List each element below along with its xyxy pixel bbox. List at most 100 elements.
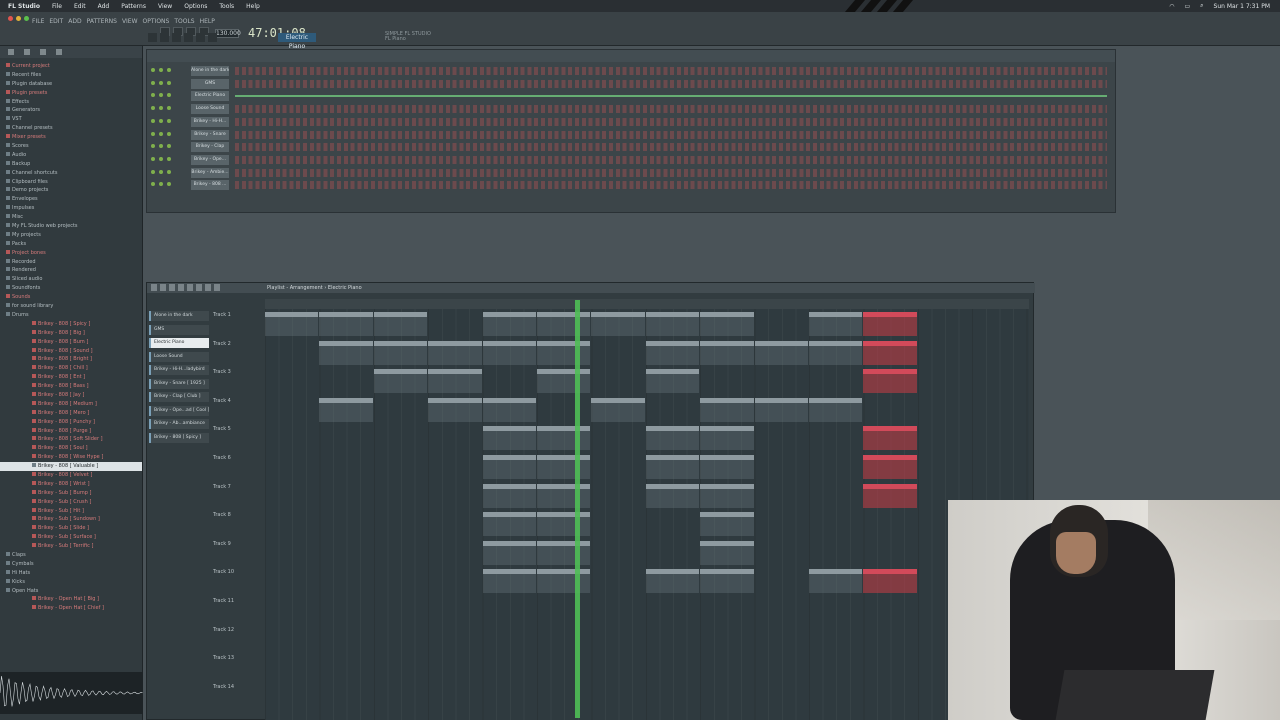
browser-item[interactable]: Channel shortcuts [0,169,142,178]
playlist-clip[interactable]: Brikey - 808 [ Spicy ] [863,569,917,594]
playlist-clip[interactable]: Brikey - 808 [ Spicy ] [809,569,863,594]
track-label[interactable]: Track 4 [213,398,263,404]
playlist-clip[interactable]: Alone in the dark [863,312,917,336]
browser-item[interactable]: Mixer presets [0,133,142,142]
playlist-clip[interactable]: Brikey - 808 [ Spicy ] [700,569,754,594]
playlist-clip[interactable]: Loose Sound [319,397,373,422]
playlist-clip[interactable]: Electric Piano [537,369,591,394]
timeline-ruler[interactable] [265,299,1029,309]
browser-item[interactable]: Open Hats [0,587,142,596]
pan-knob-icon[interactable] [159,169,163,174]
playlist-clip[interactable]: Electric Piano [428,369,482,394]
browser-item[interactable]: Hi Hats [0,569,142,578]
track-label[interactable]: Track 13 [213,655,263,661]
playlist-clip[interactable]: Brikey - Ab...ambiance [700,540,754,565]
browser-item[interactable]: Brikey - 808 [ Big ] [0,329,142,338]
menu-help[interactable]: Help [246,3,260,10]
menu-view[interactable]: View [158,3,172,10]
browser-item[interactable]: Brikey - Sub [ Sundown ] [0,515,142,524]
playlist-clip[interactable]: GMS [319,340,373,365]
volume-knob-icon[interactable] [167,118,171,123]
mute-led-icon[interactable] [151,118,155,123]
paint-tool-icon[interactable] [169,284,175,291]
channel-row[interactable]: Brikey - Clap [151,142,1111,153]
menu-options[interactable]: Options [184,3,207,10]
playlist-clip[interactable]: Brikey - Clap [ Club ] [482,483,536,508]
playlist-clip[interactable]: Alone in the dark [809,312,863,336]
browser-item[interactable]: Cymbals [0,560,142,569]
plugin-picker-icon[interactable] [208,33,217,42]
playlist-clip[interactable]: Brikey - Op...ad [ Cool ] [537,512,591,537]
volume-knob-icon[interactable] [167,93,171,98]
pan-knob-icon[interactable] [159,106,163,111]
channel-row[interactable]: Brikey - Hi-H... [151,116,1111,127]
channel-row[interactable]: Brikey - Ambie... [151,167,1111,178]
playlist-clip[interactable]: Loose Sound [809,397,863,422]
pan-knob-icon[interactable] [159,144,163,149]
pattern-picker-item[interactable]: Brikey - Snare [ 1925 ] [149,378,209,389]
browser-item[interactable]: Brikey - Open Hat [ Chief ] [0,604,142,613]
mute-led-icon[interactable] [151,182,155,187]
track-label[interactable]: Track 1 [213,312,263,318]
playlist-clip[interactable]: Brikey - Clap [ Club ] [645,483,700,508]
browser-item[interactable]: Brikey - 808 [ Purge ] [0,427,142,436]
pattern-picker-item[interactable]: Brikey - 808 [ Spicy ] [149,432,209,443]
pan-knob-icon[interactable] [159,118,163,123]
browser-item[interactable]: Recorded [0,258,142,267]
browser-item[interactable]: My projects [0,231,142,240]
playlist-clip[interactable]: Loose Sound [754,397,808,422]
playlist-clip[interactable]: Brikey - Hi-H...ladybird [863,426,917,451]
fl-menu-help[interactable]: HELP [200,18,215,25]
playlist-clip[interactable]: Brikey - Hi-H...ladybird [537,426,591,451]
playlist-clip[interactable]: GMS [537,340,591,365]
playlist-clip[interactable]: Brikey - Hi-H...ladybird [700,426,754,451]
playlist-clip[interactable]: Electric Piano [373,369,428,394]
browser-item[interactable]: Demo projects [0,186,142,195]
playlist-clip[interactable]: Alone in the dark [482,312,536,336]
app-menu[interactable]: FL Studio [8,3,40,10]
browser-item[interactable]: Current project [0,62,142,71]
browser-item[interactable]: Claps [0,551,142,560]
playlist-clip[interactable]: GMS [482,340,536,365]
track-label[interactable]: Track 14 [213,684,263,690]
track-label[interactable]: Track 2 [213,341,263,347]
mute-led-icon[interactable] [151,169,155,174]
channel-name-button[interactable]: Brikey - 808 ... [191,180,229,191]
track-label[interactable]: Track 8 [213,512,263,518]
track-label[interactable]: Track 10 [213,569,263,575]
playlist-clip[interactable]: Brikey - Ab...ambiance [482,540,536,565]
browser-item[interactable]: Brikey - 808 [ Chill ] [0,364,142,373]
volume-knob-icon[interactable] [167,169,171,174]
step-sequencer[interactable] [235,67,1107,75]
browser-item[interactable]: Clipboard files [0,178,142,187]
playlist-clip[interactable]: Loose Sound [428,397,482,422]
select-tool-icon[interactable] [205,284,211,291]
volume-knob-icon[interactable] [167,131,171,136]
mute-led-icon[interactable] [151,131,155,136]
playlist-clip[interactable]: Brikey - Snare [ 1925 ] [482,455,536,479]
forward-icon[interactable] [24,49,30,55]
browser-item[interactable]: Brikey - 808 [ Medium ] [0,400,142,409]
pattern-selector[interactable]: Electric Piano [278,33,316,50]
channel-row[interactable]: Brikey - 808 ... [151,180,1111,191]
playlist-title[interactable]: Playlist - Arrangement › Electric Piano [147,283,1035,293]
zoom-icon[interactable] [24,16,29,21]
browser-item[interactable]: Brikey - 808 [ Wise Hype ] [0,453,142,462]
track-label[interactable]: Track 12 [213,627,263,633]
channel-rack-icon[interactable] [184,33,193,42]
playlist-clip[interactable]: Brikey - Hi-H...ladybird [482,426,536,451]
browser-item[interactable]: VST [0,115,142,124]
channel-row[interactable]: Electric Piano [151,91,1111,102]
playlist-clip[interactable]: GMS [700,340,754,365]
draw-tool-icon[interactable] [160,284,166,291]
channel-row[interactable]: Alone in the dark [151,66,1111,76]
browser-item[interactable]: Project bones [0,249,142,258]
volume-knob-icon[interactable] [167,156,171,161]
playlist-clip[interactable]: Brikey - Clap [ Club ] [537,483,591,508]
browser-item[interactable]: Brikey - 808 [ Bright ] [0,355,142,364]
playlist-clip[interactable]: Alone in the dark [265,312,319,336]
playlist-clip[interactable]: Brikey - 808 [ Spicy ] [645,569,700,594]
browser-item[interactable]: Plugin presets [0,89,142,98]
step-sequencer[interactable] [235,95,1107,98]
playlist-clip[interactable]: Brikey - Snare [ 1925 ] [863,455,917,479]
